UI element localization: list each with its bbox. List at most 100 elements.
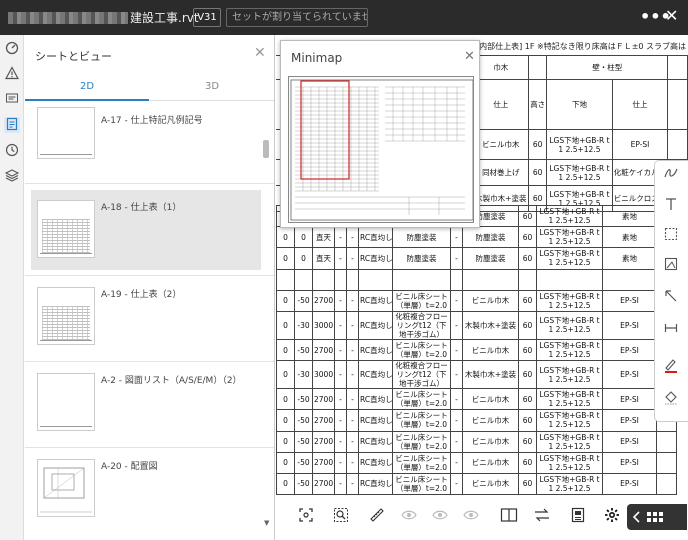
close-minimap-icon[interactable]: ✕: [464, 49, 475, 64]
arrow-tool-icon[interactable]: [655, 289, 687, 311]
text-tool-icon[interactable]: [655, 197, 687, 219]
table-cell: -: [346, 409, 359, 432]
viewer-controls-toggle[interactable]: [627, 504, 687, 530]
split-view-icon[interactable]: [498, 507, 520, 527]
site-plan-thumbnail: [40, 467, 92, 513]
table-cell: ビニル床シート（単層）t=2.0: [392, 289, 451, 312]
thumbnail-detail: [42, 306, 90, 340]
schedule-header: [内部仕上表] 1F ※特記なき限り床高はＦＬ±0 スラブ高はＦＬ−1: [476, 42, 688, 51]
scroll-down-icon[interactable]: ▼: [264, 519, 269, 527]
table-row: 0 -50 2700- - RC直均し ビニル床シート（単層）t=2.0- ビニル巾木 60 L…: [276, 338, 677, 362]
properties-icon[interactable]: [567, 507, 589, 527]
table-cell: 3000: [312, 360, 335, 390]
divider: [25, 447, 274, 448]
table-cell: 0: [276, 360, 295, 390]
table-cell: LGS下地+GB-R t 1 2.5+12.5: [536, 451, 603, 474]
measure-gauge-icon[interactable]: [4, 41, 20, 57]
table-cell: 2700: [312, 338, 335, 362]
table-cell: 0: [276, 310, 295, 340]
table-cell: 0: [294, 226, 313, 249]
visibility-show-icon[interactable]: [460, 507, 482, 527]
table-cell: -: [346, 338, 359, 362]
file-name-text: 建設工事.rvt: [130, 11, 199, 25]
sheet-thumbnail: [37, 459, 95, 517]
sheets-icon[interactable]: [4, 117, 20, 133]
sheet-item-a20[interactable]: A-20 - 配置図: [31, 449, 261, 529]
tab-3d[interactable]: 3D: [150, 75, 274, 101]
pen-tool-icon[interactable]: [655, 357, 687, 379]
visibility-off-icon[interactable]: [398, 507, 420, 527]
table-row: [276, 268, 677, 291]
table-cell: 化粧複合フローリングt12（下地干渉ゴム）: [392, 310, 451, 340]
thumbnail-detail: [40, 154, 92, 155]
sheet-thumbnail: [37, 107, 95, 159]
compare-icon[interactable]: [531, 507, 553, 527]
table-cell: -: [334, 310, 347, 340]
table-cell: -50: [294, 472, 313, 496]
table-cell: -50: [294, 289, 313, 312]
table-cell: 2700: [312, 409, 335, 432]
table-cell: RC直均し: [358, 451, 393, 474]
table-cell: 0: [276, 430, 295, 453]
table-cell: RC直均し: [358, 472, 393, 496]
table-cell: ビニル床シート（単層）t=2.0: [392, 430, 451, 453]
table-cell: EP-SI: [602, 472, 657, 496]
table-cell: 2700: [312, 451, 335, 474]
table-cell: EP-SI: [602, 338, 657, 362]
table-cell: 素地: [602, 247, 657, 270]
table-cell: LGS下地+GB-R t 1 2.5+12.5: [536, 204, 603, 228]
table-cell: 60: [518, 310, 537, 340]
version-badge[interactable]: V31: [193, 8, 221, 27]
table-cell: -: [346, 472, 359, 496]
clock-icon[interactable]: [4, 143, 20, 159]
sheet-item-a19[interactable]: A-19 - 仕上表（2）: [31, 277, 261, 357]
layers-icon[interactable]: [4, 168, 20, 184]
warning-icon[interactable]: [4, 66, 20, 82]
close-viewer-icon[interactable]: ✕: [665, 6, 678, 25]
close-panel-icon[interactable]: ✕: [254, 45, 266, 61]
head-cell: 壁・柱型: [546, 55, 669, 80]
sheet-label: A-18 - 仕上表（1）: [101, 203, 182, 213]
set-selector[interactable]: セットが割り当てられていません: [226, 8, 368, 27]
shape-tool-icon[interactable]: [655, 257, 687, 279]
rfi-icon[interactable]: [4, 91, 20, 107]
tab-2d[interactable]: 2D: [25, 75, 149, 101]
table-cell: -50: [294, 430, 313, 453]
table-cell: RC直均し: [358, 360, 393, 390]
table-cell: EP-SI: [602, 310, 657, 340]
table-cell: [346, 268, 359, 291]
viewer-app: { "topbar": { "file_name_visible": "建設工事…: [0, 0, 688, 540]
table-cell: -50: [294, 409, 313, 432]
panel-scrollbar[interactable]: [263, 140, 269, 158]
table-cell: [358, 268, 393, 291]
table-cell: -30: [294, 360, 313, 390]
table-cell: [276, 268, 295, 291]
minimap-view[interactable]: [288, 76, 474, 223]
row-cell: 60: [528, 159, 548, 186]
freehand-icon[interactable]: [655, 165, 687, 187]
table-row: 00直天--RC直均し防塵塗装-防塵塗装60LGS下地+GB-R t 1 2.5…: [276, 226, 677, 249]
fill-tool-icon[interactable]: [655, 389, 687, 411]
sheet-label: A-2 - 図面リスト（A/S/E/M）（2）: [101, 376, 242, 386]
table-cell: -: [450, 247, 463, 270]
area-select-icon[interactable]: [655, 227, 687, 249]
fit-view-icon[interactable]: [295, 507, 317, 527]
dimension-tool-icon[interactable]: [655, 321, 687, 343]
table-cell: ビニル巾木: [462, 451, 519, 474]
sheet-item-a2[interactable]: A-2 - 図面リスト（A/S/E/M）（2）: [31, 363, 261, 443]
zoom-window-icon[interactable]: [330, 507, 352, 527]
table-cell: -: [346, 226, 359, 249]
minimap-sheet-graphic: [290, 79, 473, 221]
settings-gear-icon[interactable]: [601, 507, 623, 527]
sheet-item-a18[interactable]: A-18 - 仕上表（1）: [31, 190, 261, 270]
sheet-item-a17[interactable]: A-17 - 仕上特記凡例記号: [31, 105, 261, 185]
minimap-title: Minimap: [291, 51, 343, 65]
measure-ruler-icon[interactable]: [366, 507, 388, 527]
table-cell: [602, 268, 657, 291]
table-cell: 2700: [312, 430, 335, 453]
table-cell: RC直均し: [358, 338, 393, 362]
visibility-isolate-icon[interactable]: [429, 507, 451, 527]
table-cell: 木製巾木+塗装: [462, 310, 519, 340]
table-cell: LGS下地+GB-R t 1 2.5+12.5: [536, 338, 603, 362]
table-cell: 60: [518, 360, 537, 390]
